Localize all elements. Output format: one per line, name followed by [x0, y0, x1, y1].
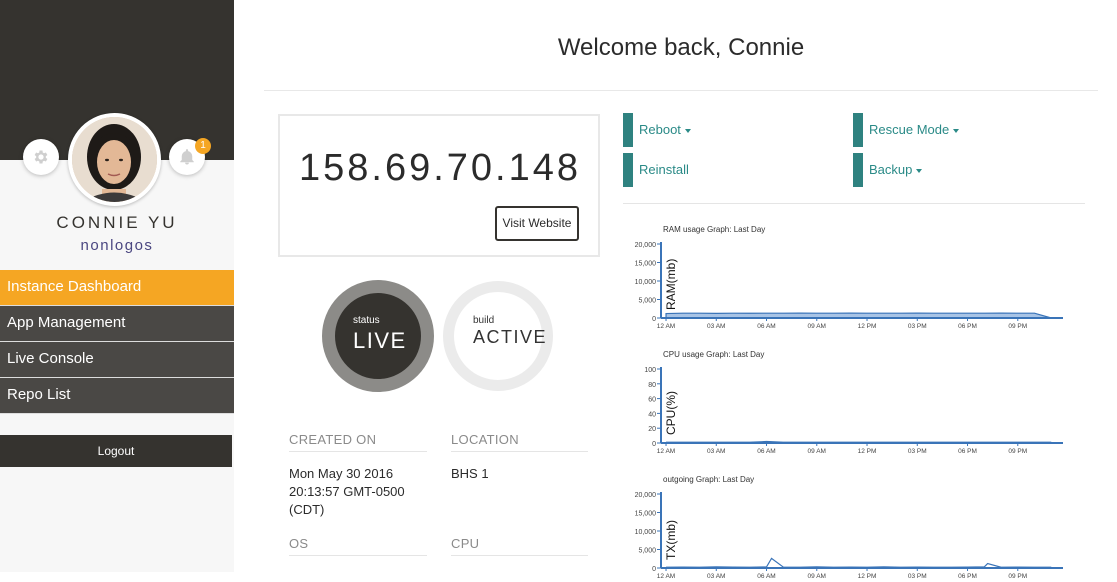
y-tick-label: 80	[648, 382, 656, 389]
x-tick-label: 12 AM	[657, 573, 675, 580]
y-axis-label: CPU(%)	[664, 391, 678, 435]
cpu-label: CPU	[451, 536, 588, 556]
status-value: LIVE	[353, 328, 407, 353]
x-tick-label: 06 PM	[958, 323, 977, 330]
x-tick-label: 03 PM	[908, 573, 927, 580]
rescue-mode-dropdown[interactable]: Rescue Mode	[853, 113, 960, 147]
y-axis-label: TX(mb)	[664, 520, 678, 560]
sidebar-item-instance-dashboard[interactable]: Instance Dashboard	[0, 270, 234, 306]
backup-dropdown[interactable]: Backup	[853, 153, 923, 187]
x-tick-label: 06 AM	[757, 573, 775, 580]
sidebar-nav: Instance Dashboard App Management Live C…	[0, 270, 234, 414]
y-tick-label: 5,000	[638, 298, 656, 305]
reinstall-label: Reinstall	[639, 162, 689, 177]
outgoing-chart-svg: outgoing Graph: Last Day 20,000 15,000 10,0…	[635, 475, 1063, 580]
x-tick-label: 06 PM	[958, 448, 977, 455]
ip-address: 158.69.70.148	[298, 147, 581, 189]
os-label: OS	[289, 536, 427, 556]
status-label: status	[353, 315, 380, 326]
x-tick-label: 09 PM	[1008, 573, 1027, 580]
y-tick-label: 10,000	[635, 279, 657, 286]
x-tick-label: 03 AM	[707, 323, 725, 330]
y-tick-label: 15,000	[635, 261, 657, 268]
x-tick-label: 06 AM	[757, 323, 775, 330]
series-line	[666, 557, 1052, 568]
sidebar: 1 CONNIE YU nonlogos Instance Dashboard …	[0, 0, 234, 572]
y-tick-label: 20	[648, 426, 656, 433]
build-label: build	[473, 315, 495, 326]
cpu-usage-chart-svg: CPU usage Graph: Last Day10080604020012 …	[644, 350, 1063, 455]
build-value: ACTIVE	[473, 327, 548, 347]
y-axis-label: RAM(mb)	[664, 259, 678, 310]
visit-website-button[interactable]: Visit Website	[495, 206, 579, 241]
chart-title: outgoing Graph: Last Day	[663, 475, 754, 484]
rescue-mode-label: Rescue Mode	[869, 122, 950, 137]
reboot-label: Reboot	[639, 122, 681, 137]
chart-title: CPU usage Graph: Last Day	[663, 350, 764, 359]
caret-down-icon	[916, 168, 923, 173]
y-tick-label: 100	[644, 367, 656, 374]
sidebar-item-live-console[interactable]: Live Console	[0, 342, 234, 378]
build-indicator: build ACTIVE	[443, 281, 553, 391]
y-tick-label: 20,000	[635, 492, 657, 499]
ip-panel: 158.69.70.148 Visit Website	[278, 114, 600, 257]
y-tick-label: 5,000	[638, 548, 656, 555]
bell-icon	[180, 149, 194, 165]
location-label: LOCATION	[451, 432, 588, 452]
reboot-dropdown[interactable]: Reboot	[623, 113, 691, 147]
sidebar-item-repo-list[interactable]: Repo List	[0, 378, 234, 414]
x-tick-label: 03 AM	[707, 448, 725, 455]
location-value: BHS 1	[451, 466, 489, 481]
x-tick-label: 09 AM	[808, 448, 826, 455]
y-tick-label: 20,000	[635, 242, 657, 249]
y-tick-label: 60	[648, 397, 656, 404]
logout-button[interactable]: Logout	[0, 435, 232, 467]
y-tick-label: 10,000	[635, 529, 657, 536]
x-tick-label: 09 PM	[1008, 323, 1027, 330]
cpu-usage-chart: CPU usage Graph: Last Day 100 80 60 40 20 0 12 …	[623, 347, 1073, 457]
user-name: CONNIE YU	[56, 213, 178, 232]
settings-button[interactable]	[23, 139, 59, 175]
x-tick-label: 12 PM	[858, 323, 877, 330]
x-tick-label: 03 PM	[908, 323, 927, 330]
notification-count-badge: 1	[195, 138, 211, 154]
sidebar-item-app-management[interactable]: App Management	[0, 306, 234, 342]
x-tick-label: 09 AM	[808, 323, 826, 330]
chart-title: RAM usage Graph: Last Day	[663, 225, 765, 234]
avatar	[68, 113, 161, 206]
caret-down-icon	[953, 128, 960, 133]
user-handle: nonlogos	[80, 237, 154, 254]
actions-divider	[623, 203, 1085, 204]
status-indicator: status LIVE	[322, 280, 434, 392]
x-tick-label: 03 PM	[908, 448, 927, 455]
x-tick-label: 06 PM	[958, 573, 977, 580]
x-tick-label: 12 PM	[858, 573, 877, 580]
ram-usage-chart-svg: RAM usage Graph: Last Day 20,000 15,000 10,…	[635, 225, 1063, 330]
outgoing-chart: outgoing Graph: Last Day 20,000 15,000 10,0…	[623, 472, 1073, 582]
header-divider	[264, 90, 1098, 91]
y-tick-label: 15,000	[635, 511, 657, 518]
x-tick-label: 09 AM	[808, 573, 826, 580]
created-on-value: Mon May 30 2016 20:13:57 GMT-0500 (CDT)	[289, 466, 405, 517]
gear-icon	[34, 150, 48, 164]
y-tick-label: 0	[652, 316, 656, 323]
page-title: Welcome back, Connie	[557, 34, 805, 61]
ram-usage-chart: RAM usage Graph: Last Day 20,000 15,000 10,…	[623, 222, 1073, 332]
x-tick-label: 12 PM	[858, 448, 877, 455]
avatar-portrait-icon	[72, 117, 157, 202]
x-tick-label: 06 AM	[757, 448, 775, 455]
x-tick-label: 09 PM	[1008, 448, 1027, 455]
backup-label: Backup	[869, 162, 913, 177]
reinstall-button[interactable]: Reinstall	[623, 153, 689, 187]
x-tick-label: 03 AM	[707, 573, 725, 580]
y-tick-label: 0	[652, 441, 656, 448]
x-tick-label: 12 AM	[657, 323, 675, 330]
created-on-label: CREATED ON	[289, 432, 427, 452]
x-tick-label: 12 AM	[657, 448, 675, 455]
caret-down-icon	[684, 128, 691, 133]
y-tick-label: 40	[648, 411, 656, 418]
